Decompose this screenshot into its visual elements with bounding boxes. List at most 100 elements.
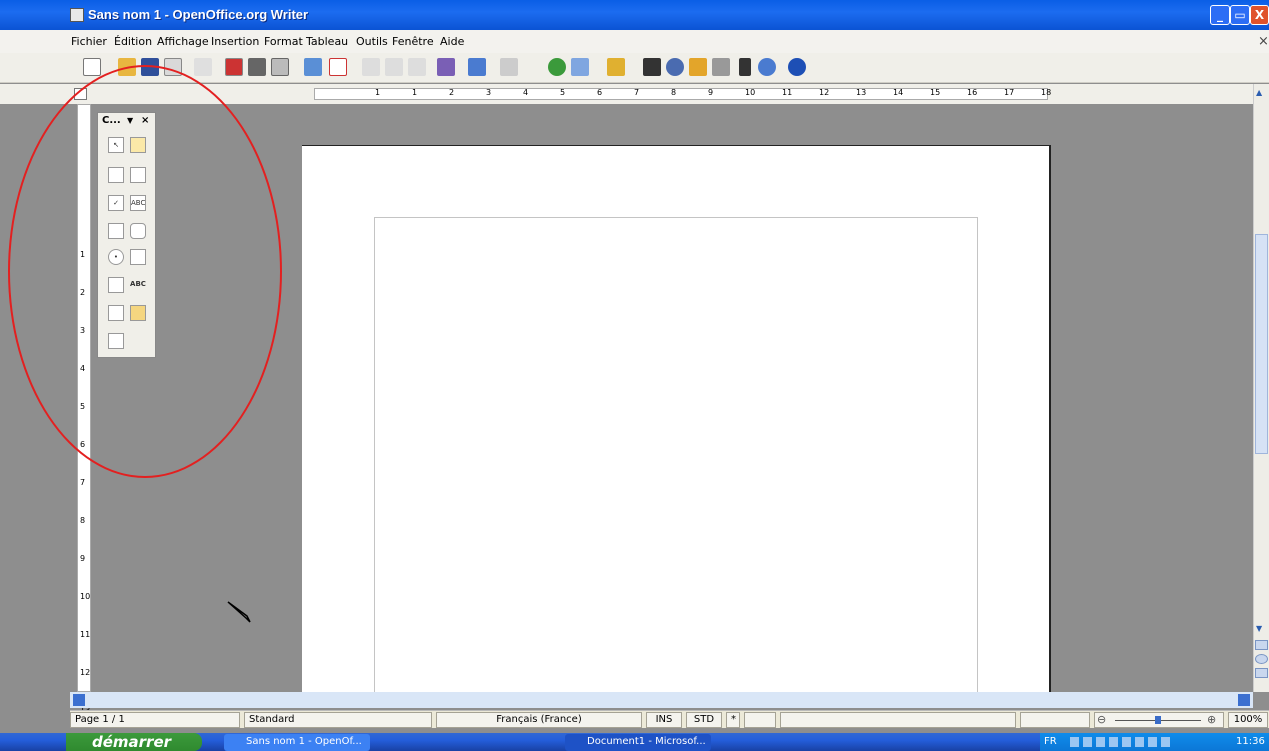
ruler-tick-label: 11 [80,630,91,639]
ruler-tick-label: 2 [449,88,455,97]
formatting-marks-icon[interactable] [739,58,751,76]
hyperlink-icon[interactable] [548,58,566,76]
menu-format[interactable]: Format [264,35,303,48]
ruler-tick-label: 7 [634,88,640,97]
ruler-tick-label: 1 [375,88,381,97]
redo-icon[interactable] [500,58,518,76]
ruler-tick-label: 11 [782,88,793,97]
ruler-tick-label: 13 [856,88,867,97]
ruler-tick-label: 8 [80,516,86,525]
horizontal-scrollbar[interactable] [70,692,1253,708]
clock: 11:36 [1236,736,1265,747]
language-status[interactable]: Français (France) [436,712,642,728]
clone-format-icon[interactable] [437,58,455,76]
ruler-tick-label: 8 [671,88,677,97]
menu-fichier[interactable]: Fichier [71,35,107,48]
status-bar: Page 1 / 1 Standard Français (France) IN… [70,710,1269,728]
menu-fenetre[interactable]: Fenêtre [392,35,434,48]
cut-icon[interactable] [362,58,380,76]
scroll-thumb[interactable] [1255,234,1268,454]
vertical-scrollbar[interactable]: ▲ ▼ [1253,84,1269,692]
language-indicator[interactable]: FR [1044,733,1057,751]
ruler-tick-label: 5 [560,88,566,97]
close-document-button[interactable]: × [1258,34,1269,49]
scroll-right-icon[interactable] [1238,694,1250,706]
scroll-down-icon[interactable]: ▼ [1256,624,1267,634]
menu-affichage[interactable]: Affichage [157,35,209,48]
help-icon[interactable] [788,58,806,76]
taskbar-item-word[interactable]: Document1 - Microsof... [565,734,711,751]
close-button[interactable]: X [1250,5,1269,25]
data-sources-icon[interactable] [712,58,730,76]
ruler-tick-label: 6 [597,88,603,97]
annotation-ellipse [8,65,282,478]
draw-functions-icon[interactable] [607,58,625,76]
prev-page-icon[interactable] [1255,640,1268,650]
new-icon[interactable] [83,58,101,76]
info-field [780,712,1016,728]
start-button[interactable]: démarrer [66,733,202,751]
zoom-thumb[interactable] [1155,716,1161,724]
menu-edition[interactable]: Édition [114,35,152,48]
gallery-icon[interactable] [689,58,707,76]
ruler-tick-label: 9 [708,88,714,97]
minimize-button[interactable]: _ [1210,5,1230,25]
window-title: Sans nom 1 - OpenOffice.org Writer [88,7,309,22]
autospellcheck-icon[interactable] [329,58,347,76]
ruler-tick-label: 14 [893,88,904,97]
navigator-icon[interactable] [666,58,684,76]
ruler-tick-label: 15 [930,88,941,97]
page-style[interactable]: Standard [244,712,432,728]
table-icon[interactable] [571,58,589,76]
ruler-tick-label: 17 [1004,88,1015,97]
menu-bar: Fichier Édition Affichage Insertion Form… [0,30,1269,53]
pdf-export-icon[interactable] [225,58,243,76]
zoom-out-icon[interactable]: ⊖ [1097,713,1106,727]
insert-mode[interactable]: INS [646,712,682,728]
print-preview-icon[interactable] [271,58,289,76]
maximize-button[interactable]: ▭ [1230,5,1250,25]
zoom-icon[interactable] [758,58,776,76]
text-area-boundary[interactable] [374,217,978,692]
modified-indicator: * [726,712,740,728]
taskbar-item-writer[interactable]: Sans nom 1 - OpenOf... [224,734,370,751]
zoom-in-icon[interactable]: ⊕ [1207,713,1216,727]
ruler-tick-label: 10 [80,592,91,601]
ruler-tick-label: 1 [412,88,418,97]
menu-outils[interactable]: Outils [356,35,388,48]
scroll-left-icon[interactable] [73,694,85,706]
zoom-slider[interactable]: ⊖ ⊕ [1094,712,1224,728]
selection-mode[interactable]: STD [686,712,722,728]
menu-aide[interactable]: Aide [440,35,464,48]
ruler-tick-label: 16 [967,88,978,97]
page-count[interactable]: Page 1 / 1 [70,712,240,728]
ruler-tick-label: 12 [819,88,830,97]
signature-field[interactable] [744,712,776,728]
ruler-tick-label: 9 [80,554,86,563]
copy-icon[interactable] [385,58,403,76]
ruler-tick-label: 18 [1041,88,1052,97]
menu-insertion[interactable]: Insertion [211,35,259,48]
next-page-icon[interactable] [1255,668,1268,678]
pencil-cursor-icon [227,601,251,623]
navigation-icon[interactable] [1255,654,1268,664]
find-replace-icon[interactable] [643,58,661,76]
ruler-tick-label: 4 [523,88,529,97]
writer-app-icon [70,8,84,22]
spellcheck-icon[interactable] [304,58,322,76]
menu-tableau[interactable]: Tableau [306,35,348,48]
ruler-tick-label: 10 [745,88,756,97]
zoom-level[interactable]: 100% [1228,712,1268,728]
system-tray: FR 11:36 [1040,733,1269,751]
undo-icon[interactable] [468,58,486,76]
paste-icon[interactable] [408,58,426,76]
edit-doc-icon[interactable] [194,58,212,76]
print-icon[interactable] [248,58,266,76]
horizontal-ruler[interactable]: 1 1 2 3 4 5 6 7 8 9 10 11 12 13 14 15 16 17 18 [314,88,1052,100]
view-layout-icon[interactable] [1020,712,1090,728]
ruler-tick-label: 7 [80,478,86,487]
ruler-tick-label: 12 [80,668,91,677]
tray-icons[interactable] [1070,737,1170,747]
scroll-up-icon[interactable]: ▲ [1256,88,1267,98]
ruler-tick-label: 3 [486,88,492,97]
